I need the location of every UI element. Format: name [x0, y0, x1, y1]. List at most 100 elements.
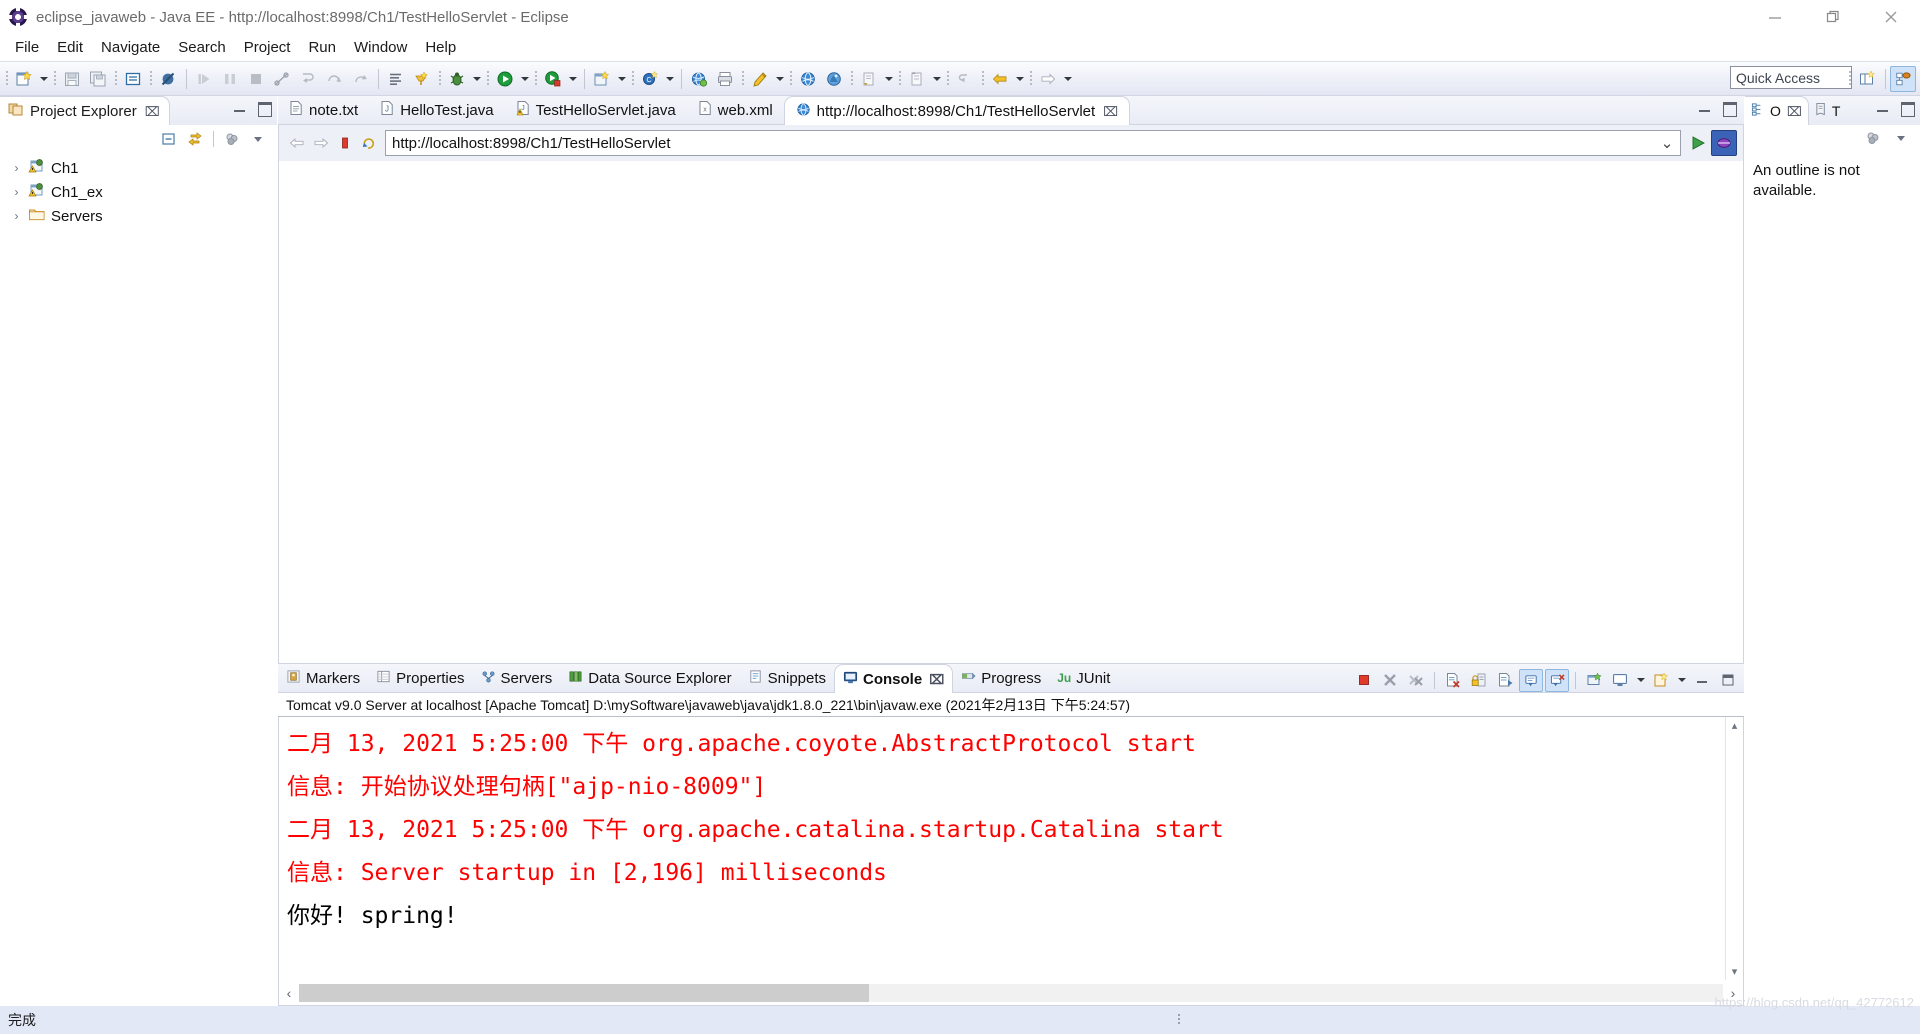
run-icon[interactable] [492, 66, 518, 92]
scroll-down-icon[interactable]: ▾ [1732, 965, 1738, 978]
display-console-dropdown-icon[interactable] [1634, 667, 1647, 693]
search-icon[interactable] [747, 66, 773, 92]
tab-markers[interactable]: Markers [278, 664, 368, 692]
next-annotation-dropdown-icon[interactable] [930, 66, 943, 92]
suspend-icon[interactable] [217, 66, 243, 92]
tree-item-ch1[interactable]: › Ch1 [0, 156, 277, 180]
step-over-icon[interactable] [321, 66, 347, 92]
print-icon[interactable] [712, 66, 738, 92]
maximize-icon[interactable] [1716, 669, 1740, 692]
tab-project-explorer[interactable]: Project Explorer ⌧ [0, 96, 170, 125]
console-output-area[interactable]: 二月 13, 2021 5:25:00 下午 org.apache.coyote… [278, 717, 1744, 980]
open-external-browser-icon[interactable] [1711, 130, 1737, 156]
new-class-dropdown-icon[interactable] [663, 66, 676, 92]
previous-annotation-icon[interactable] [856, 66, 882, 92]
search-dropdown-icon[interactable] [773, 66, 786, 92]
maximize-icon[interactable] [1900, 101, 1914, 115]
run-external-dropdown-icon[interactable] [566, 66, 579, 92]
chevron-right-icon[interactable]: › [10, 210, 23, 223]
forward-icon[interactable] [1035, 66, 1061, 92]
hscroll-thumb[interactable] [299, 984, 869, 1002]
new-wizard-icon[interactable] [11, 66, 37, 92]
step-into-icon[interactable] [295, 66, 321, 92]
maximize-icon[interactable] [257, 101, 271, 115]
scroll-lock-icon[interactable] [1467, 669, 1491, 692]
minimize-icon[interactable] [1876, 101, 1890, 115]
disconnect-icon[interactable] [269, 66, 295, 92]
clear-console-icon[interactable] [1441, 669, 1465, 692]
browser-refresh-icon[interactable] [357, 130, 381, 156]
status-resize-grip[interactable] [1178, 1014, 1180, 1026]
browser-url-bar[interactable]: http://localhost:8998/Ch1/TestHelloServl… [385, 130, 1681, 156]
show-console-on-output-icon[interactable] [1519, 669, 1543, 692]
view-menu-icon[interactable] [221, 128, 243, 150]
debug-icon[interactable] [444, 66, 470, 92]
save-icon[interactable] [59, 66, 85, 92]
open-perspective-icon[interactable] [1854, 66, 1880, 92]
quick-access-input[interactable]: Quick Access [1730, 66, 1852, 89]
browser-forward-icon[interactable] [309, 130, 333, 156]
editor-tab-testhelloservlet-java[interactable]: J TestHelloServlet.java [505, 96, 687, 124]
menu-project[interactable]: Project [235, 37, 300, 58]
editor-tab-browser[interactable]: http://localhost:8998/Ch1/TestHelloServl… [784, 96, 1130, 125]
new-wizard-dropdown-icon[interactable] [37, 66, 50, 92]
run-external-tools-icon[interactable] [540, 66, 566, 92]
browser-page-content[interactable] [278, 161, 1744, 664]
chevron-right-icon[interactable]: › [10, 162, 23, 175]
menu-help[interactable]: Help [416, 37, 465, 58]
console-vertical-scrollbar[interactable]: ▴ ▾ [1725, 717, 1743, 980]
new-java-project-dropdown-icon[interactable] [615, 66, 628, 92]
tab-snippets[interactable]: Snippets [740, 664, 834, 692]
forward-dropdown-icon[interactable] [1061, 66, 1074, 92]
pin-console-icon[interactable] [1582, 669, 1606, 692]
run-dropdown-icon[interactable] [518, 66, 531, 92]
hscroll-track[interactable] [299, 984, 1723, 1002]
terminate-icon[interactable] [243, 66, 269, 92]
tab-data-source-explorer[interactable]: Data Source Explorer [560, 664, 739, 692]
terminate-icon[interactable] [1352, 669, 1376, 692]
show-console-on-error-icon[interactable] [1545, 669, 1569, 692]
editor-tab-note-txt[interactable]: note.txt [278, 96, 369, 124]
new-java-package-icon[interactable] [383, 66, 409, 92]
remove-launch-icon[interactable] [1378, 669, 1402, 692]
close-icon[interactable]: ⌧ [145, 105, 160, 118]
view-chevron-icon[interactable] [1890, 127, 1912, 149]
tab-properties[interactable]: Properties [368, 664, 472, 692]
minimize-icon[interactable] [233, 101, 247, 115]
maximize-icon[interactable] [1722, 101, 1736, 115]
browser-stop-icon[interactable] [333, 130, 357, 156]
browser-url-text[interactable]: http://localhost:8998/Ch1/TestHelloServl… [392, 135, 1658, 152]
scroll-up-icon[interactable]: ▴ [1732, 719, 1738, 732]
word-wrap-icon[interactable] [1493, 669, 1517, 692]
debug-dropdown-icon[interactable] [470, 66, 483, 92]
editor-tab-hellotest-java[interactable]: J HelloTest.java [369, 96, 504, 124]
open-web-browser-icon[interactable] [686, 66, 712, 92]
resume-icon[interactable] [191, 66, 217, 92]
open-console-dropdown-icon[interactable] [1675, 667, 1688, 693]
new-java-project-icon[interactable] [589, 66, 615, 92]
tree-item-servers[interactable]: › Servers [0, 204, 277, 228]
close-button[interactable] [1862, 0, 1920, 34]
tab-console[interactable]: Console ⌧ [834, 664, 953, 693]
display-selected-console-icon[interactable] [1608, 669, 1632, 692]
next-annotation-icon[interactable] [904, 66, 930, 92]
previous-annotation-dropdown-icon[interactable] [882, 66, 895, 92]
close-icon[interactable]: ⌧ [1103, 105, 1118, 118]
remove-all-terminated-icon[interactable] [1404, 669, 1428, 692]
tab-progress[interactable]: Progress [953, 664, 1049, 692]
menu-navigate[interactable]: Navigate [92, 37, 169, 58]
console-horizontal-scrollbar[interactable]: ‹ › [278, 980, 1744, 1006]
menu-window[interactable]: Window [345, 37, 416, 58]
new-class-icon[interactable]: C [637, 66, 663, 92]
skip-breakpoints-icon[interactable] [155, 66, 181, 92]
save-all-icon[interactable] [85, 66, 111, 92]
open-type-icon[interactable] [120, 66, 146, 92]
minimize-icon[interactable] [1690, 669, 1714, 692]
new-servlet-icon[interactable] [409, 66, 435, 92]
java-ee-perspective-icon[interactable] [1890, 66, 1916, 92]
runtime-icon[interactable] [821, 66, 847, 92]
chevron-right-icon[interactable]: › [10, 186, 23, 199]
collapse-all-icon[interactable] [158, 128, 180, 150]
globe-icon[interactable] [795, 66, 821, 92]
tab-servers[interactable]: Servers [473, 664, 561, 692]
